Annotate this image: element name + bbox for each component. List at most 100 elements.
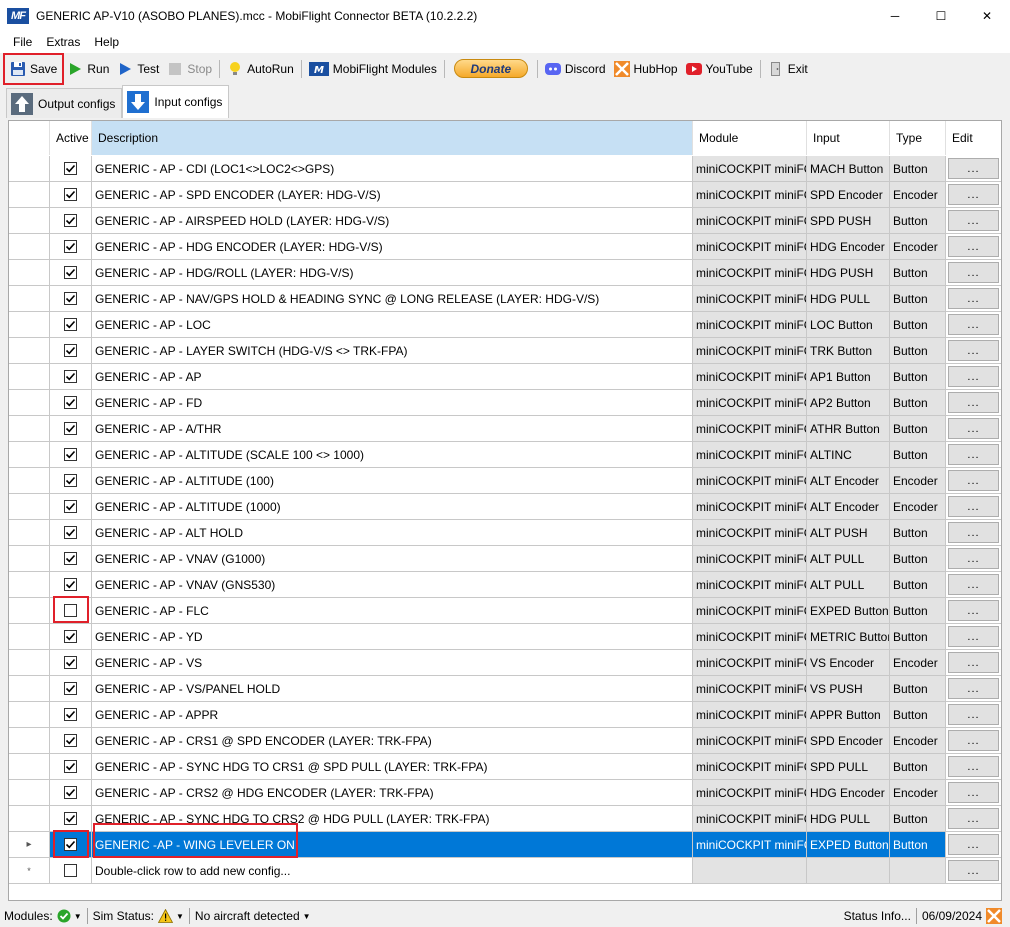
active-checkbox[interactable] bbox=[64, 656, 77, 669]
test-button[interactable]: Test bbox=[113, 56, 163, 82]
active-checkbox[interactable] bbox=[64, 240, 77, 253]
edit-button[interactable]: ... bbox=[948, 704, 999, 725]
tab-output-configs[interactable]: Output configs bbox=[6, 88, 123, 118]
description-cell[interactable]: GENERIC - AP - AP bbox=[92, 364, 693, 389]
active-checkbox[interactable] bbox=[64, 682, 77, 695]
edit-button[interactable]: ... bbox=[948, 366, 999, 387]
table-row[interactable]: GENERIC - AP - FLCminiCOCKPIT miniFCUEXP… bbox=[9, 598, 1001, 624]
row-header[interactable] bbox=[9, 780, 50, 805]
mobiflight-modules-button[interactable]: M MobiFlight Modules bbox=[305, 56, 441, 82]
description-cell[interactable]: GENERIC - AP - SYNC HDG TO CRS2 @ HDG PU… bbox=[92, 806, 693, 831]
active-cell[interactable] bbox=[50, 416, 92, 441]
active-cell[interactable] bbox=[50, 182, 92, 207]
column-header-input[interactable]: Input bbox=[807, 121, 890, 155]
active-checkbox[interactable] bbox=[64, 318, 77, 331]
active-checkbox[interactable] bbox=[64, 864, 77, 877]
description-cell[interactable]: GENERIC - AP - VNAV (G1000) bbox=[92, 546, 693, 571]
active-checkbox[interactable] bbox=[64, 838, 77, 851]
active-checkbox[interactable] bbox=[64, 552, 77, 565]
edit-button[interactable]: ... bbox=[948, 184, 999, 205]
active-cell[interactable] bbox=[50, 364, 92, 389]
row-header[interactable] bbox=[9, 416, 50, 441]
active-checkbox[interactable] bbox=[64, 266, 77, 279]
description-cell[interactable]: GENERIC - AP - CDI (LOC1<>LOC2<>GPS) bbox=[92, 156, 693, 181]
sim-status[interactable]: Sim Status: ▼ bbox=[93, 909, 184, 923]
active-checkbox[interactable] bbox=[64, 578, 77, 591]
row-header[interactable] bbox=[9, 182, 50, 207]
active-cell[interactable] bbox=[50, 234, 92, 259]
active-checkbox[interactable] bbox=[64, 344, 77, 357]
autorun-button[interactable]: AutoRun bbox=[223, 56, 298, 82]
edit-button[interactable]: ... bbox=[948, 652, 999, 673]
active-checkbox[interactable] bbox=[64, 474, 77, 487]
description-cell[interactable]: GENERIC - AP - VS bbox=[92, 650, 693, 675]
row-header[interactable]: * bbox=[9, 858, 50, 883]
hubhop-button[interactable]: HubHop bbox=[610, 56, 682, 82]
modules-status[interactable]: Modules: ▼ bbox=[4, 909, 82, 923]
active-cell[interactable] bbox=[50, 468, 92, 493]
row-header[interactable] bbox=[9, 468, 50, 493]
active-cell[interactable] bbox=[50, 338, 92, 363]
active-cell[interactable] bbox=[50, 676, 92, 701]
table-row[interactable]: GENERIC - AP - HDG/ROLL (LAYER: HDG-V/S)… bbox=[9, 260, 1001, 286]
description-cell[interactable]: GENERIC - AP - SYNC HDG TO CRS1 @ SPD PU… bbox=[92, 754, 693, 779]
active-checkbox[interactable] bbox=[64, 630, 77, 643]
row-header[interactable] bbox=[9, 208, 50, 233]
active-checkbox[interactable] bbox=[64, 162, 77, 175]
row-header[interactable] bbox=[9, 390, 50, 415]
table-row[interactable]: GENERIC - AP - YDminiCOCKPIT miniFCUMETR… bbox=[9, 624, 1001, 650]
description-cell[interactable]: GENERIC - AP - HDG ENCODER (LAYER: HDG-V… bbox=[92, 234, 693, 259]
table-row[interactable]: GENERIC - AP - VNAV (G1000) miniCOCKPIT m… bbox=[9, 546, 1001, 572]
active-cell[interactable] bbox=[50, 754, 92, 779]
column-header-type[interactable]: Type bbox=[890, 121, 946, 155]
description-cell[interactable]: GENERIC - AP - FD bbox=[92, 390, 693, 415]
table-row[interactable]: GENERIC - AP - VSminiCOCKPIT miniFCUVS E… bbox=[9, 650, 1001, 676]
description-cell[interactable]: GENERIC - AP - A/THR bbox=[92, 416, 693, 441]
edit-button[interactable]: ... bbox=[948, 262, 999, 283]
row-header[interactable] bbox=[9, 442, 50, 467]
description-cell[interactable]: GENERIC - AP - LAYER SWITCH (HDG-V/S <> … bbox=[92, 338, 693, 363]
active-cell[interactable] bbox=[50, 858, 92, 883]
edit-button[interactable]: ... bbox=[948, 522, 999, 543]
active-cell[interactable] bbox=[50, 390, 92, 415]
edit-button[interactable]: ... bbox=[948, 236, 999, 257]
table-row[interactable]: ▸ GENERIC -AP - WING LEVELER ON miniCOCKPI… bbox=[9, 832, 1001, 858]
description-cell[interactable]: GENERIC - AP - ALT HOLD bbox=[92, 520, 693, 545]
donate-button[interactable]: Donate bbox=[453, 59, 528, 78]
active-checkbox[interactable] bbox=[64, 292, 77, 305]
active-checkbox[interactable] bbox=[64, 526, 77, 539]
active-checkbox[interactable] bbox=[64, 500, 77, 513]
active-cell[interactable] bbox=[50, 156, 92, 181]
row-header[interactable] bbox=[9, 806, 50, 831]
table-row[interactable]: GENERIC - AP - NAV/GPS HOLD & HEADING SY… bbox=[9, 286, 1001, 312]
active-checkbox[interactable] bbox=[64, 812, 77, 825]
exit-button[interactable]: Exit bbox=[764, 56, 812, 82]
active-cell[interactable] bbox=[50, 494, 92, 519]
description-cell[interactable]: GENERIC - AP - CRS1 @ SPD ENCODER (LAYER… bbox=[92, 728, 693, 753]
active-cell[interactable] bbox=[50, 286, 92, 311]
status-info-link[interactable]: Status Info... bbox=[844, 909, 911, 923]
row-header[interactable] bbox=[9, 312, 50, 337]
maximize-button[interactable]: ☐ bbox=[918, 0, 964, 31]
row-header[interactable]: ▸ bbox=[9, 832, 50, 857]
edit-button[interactable]: ... bbox=[948, 444, 999, 465]
description-cell[interactable]: GENERIC - AP - ALTITUDE (1000) bbox=[92, 494, 693, 519]
table-row[interactable]: GENERIC - AP - AIRSPEED HOLD (LAYER: HDG… bbox=[9, 208, 1001, 234]
edit-button[interactable]: ... bbox=[948, 470, 999, 491]
column-header-edit[interactable]: Edit bbox=[946, 121, 1001, 155]
row-header[interactable] bbox=[9, 754, 50, 779]
row-header[interactable] bbox=[9, 234, 50, 259]
menu-help[interactable]: Help bbox=[87, 35, 126, 49]
description-cell[interactable]: GENERIC - AP - NAV/GPS HOLD & HEADING SY… bbox=[92, 286, 693, 311]
row-header[interactable] bbox=[9, 156, 50, 181]
description-cell[interactable]: GENERIC - AP - AIRSPEED HOLD (LAYER: HDG… bbox=[92, 208, 693, 233]
active-checkbox[interactable] bbox=[64, 708, 77, 721]
table-row[interactable]: GENERIC - AP - LOCminiCOCKPIT miniFCULOC… bbox=[9, 312, 1001, 338]
description-cell[interactable]: GENERIC - AP - VNAV (GNS530) bbox=[92, 572, 693, 597]
row-header[interactable] bbox=[9, 702, 50, 727]
active-cell[interactable] bbox=[50, 312, 92, 337]
active-cell[interactable] bbox=[50, 546, 92, 571]
active-checkbox[interactable] bbox=[64, 604, 77, 617]
table-row[interactable]: GENERIC - AP - ALTITUDE (1000) miniCOCKPI… bbox=[9, 494, 1001, 520]
edit-button[interactable]: ... bbox=[948, 288, 999, 309]
